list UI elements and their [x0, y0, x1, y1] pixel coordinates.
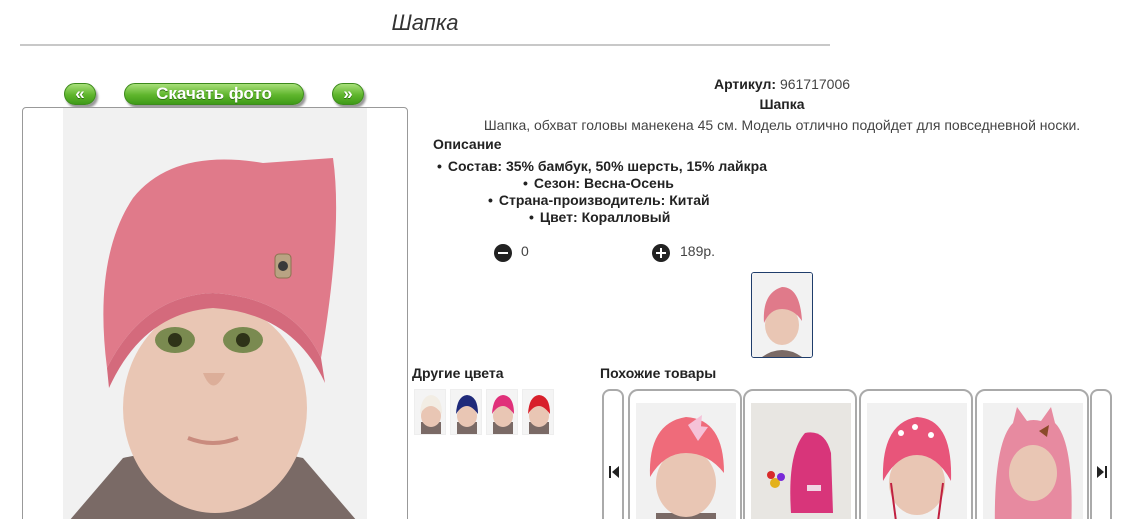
- spec-composition: Состав: 35% бамбук, 50% шерсть, 15% лайк…: [437, 158, 767, 174]
- prev-photo-button[interactable]: «: [64, 83, 96, 105]
- page-title: Шапка: [20, 10, 830, 46]
- spec-country: Страна-производитель: Китай: [488, 192, 710, 208]
- similar-item[interactable]: [628, 389, 742, 519]
- download-photo-button[interactable]: Скачать фото: [124, 83, 304, 105]
- similar-next-arrow[interactable]: [1090, 389, 1112, 519]
- similar-item-image: [636, 403, 736, 519]
- color-swatch-white[interactable]: [414, 389, 446, 435]
- plus-icon[interactable]: [652, 244, 670, 262]
- color-swatch-navy[interactable]: [450, 389, 482, 435]
- minus-icon[interactable]: [494, 244, 512, 262]
- similar-item[interactable]: [975, 389, 1089, 519]
- hat-on-mannequin-image: [63, 108, 367, 519]
- skip-forward-icon: [1097, 466, 1107, 478]
- spec-color: Цвет: Коралловый: [529, 209, 670, 225]
- article-value: 961717006: [779, 76, 851, 92]
- product-name: Шапка: [759, 96, 805, 112]
- similar-item[interactable]: [859, 389, 973, 519]
- quantity-value: 0: [521, 243, 529, 259]
- price-value: 189р.: [680, 243, 716, 259]
- similar-item-image: [751, 403, 851, 519]
- next-photo-button[interactable]: »: [332, 83, 364, 105]
- similar-item[interactable]: [743, 389, 857, 519]
- spec-season: Сезон: Весна-Осень: [523, 175, 674, 191]
- thumbnail-image: [752, 273, 812, 357]
- article-label: Артикул:: [713, 76, 777, 92]
- similar-item-image: [867, 403, 967, 519]
- similar-item-image: [983, 403, 1083, 519]
- other-colors-title: Другие цвета: [412, 365, 504, 381]
- skip-back-icon: [609, 466, 619, 478]
- color-swatch-magenta[interactable]: [486, 389, 518, 435]
- article-line: Артикул: 961717006: [420, 76, 1123, 92]
- product-description: Шапка, обхват головы манекена 45 см. Мод…: [483, 117, 1081, 133]
- description-heading: Описание: [433, 136, 502, 152]
- similar-prev-arrow[interactable]: [602, 389, 624, 519]
- similar-products-title: Похожие товары: [600, 365, 717, 381]
- photo-thumbnail[interactable]: [751, 272, 813, 358]
- color-swatch-red[interactable]: [522, 389, 554, 435]
- main-product-photo[interactable]: [22, 107, 408, 519]
